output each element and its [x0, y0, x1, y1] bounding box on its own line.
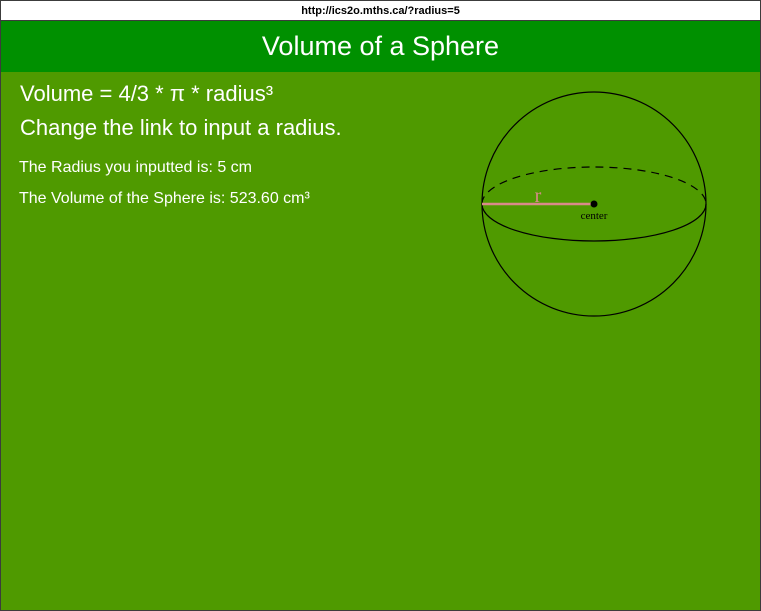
page-title: Volume of a Sphere	[261, 31, 500, 61]
equator-back-dashed	[481, 166, 707, 205]
page-header: Volume of a Sphere	[1, 21, 760, 72]
volume-output: The Volume of the Sphere is: 523.60 cm³	[19, 190, 310, 207]
center-point	[590, 200, 598, 208]
browser-window: http://ics2o.mths.ca/?radius=5 Volume of…	[0, 0, 761, 611]
instruction-text: Change the link to input a radius.	[20, 115, 342, 140]
formula-text: Volume = 4/3 * π * radius³	[20, 81, 274, 106]
center-label: center	[581, 210, 608, 222]
radius-label: r	[535, 185, 542, 207]
address-bar[interactable]: http://ics2o.mths.ca/?radius=5	[1, 1, 760, 21]
sphere-diagram: r center	[481, 91, 707, 317]
radius-output: The Radius you inputted is: 5 cm	[19, 159, 253, 176]
